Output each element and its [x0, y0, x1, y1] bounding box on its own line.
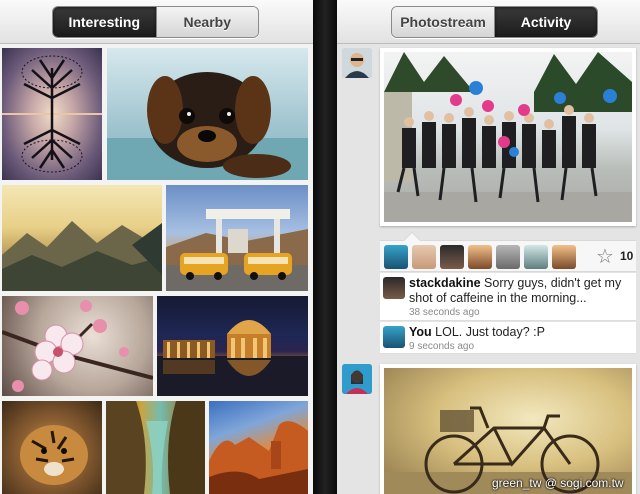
tab-nearby[interactable]: Nearby — [155, 7, 258, 37]
palace-icon — [157, 320, 308, 396]
photo-cave[interactable] — [106, 401, 205, 494]
cave-icon — [106, 401, 205, 494]
favorites-bar: ☆ 10 — [380, 231, 636, 272]
puppy-icon — [107, 72, 308, 180]
owner-avatar[interactable] — [342, 364, 372, 394]
fav-avatar[interactable] — [412, 245, 436, 269]
activity-screen: Photostream Activity ☆ 10 stackdakine So… — [337, 0, 640, 494]
comment-time: 38 seconds ago — [409, 307, 480, 318]
owner-avatar[interactable] — [342, 48, 372, 78]
star-icon[interactable]: ☆ — [596, 246, 614, 268]
explore-screen: Interesting Nearby — [0, 0, 313, 494]
person-icon — [342, 48, 372, 78]
fav-avatar[interactable] — [524, 245, 548, 269]
tiger-icon — [20, 425, 88, 485]
activity-segmented-control: Photostream Activity — [391, 6, 598, 38]
photo-puppy[interactable] — [107, 48, 308, 180]
watermark-text: green_tw @ sogi.com.tw — [492, 476, 624, 490]
tab-activity[interactable]: Activity — [494, 7, 597, 37]
comment-text: You LOL. Just today? :P — [409, 325, 631, 340]
comment-item: stackdakine Sorry guys, didn't get my sh… — [380, 273, 636, 321]
activity-photo-card — [380, 48, 636, 226]
fav-avatar[interactable] — [384, 245, 408, 269]
commenter-avatar[interactable] — [383, 277, 405, 299]
explore-segmented-control: Interesting Nearby — [52, 6, 259, 38]
fav-avatar[interactable] — [440, 245, 464, 269]
screen-divider — [313, 0, 337, 494]
photo-canyon[interactable] — [209, 401, 308, 494]
photo-mountain-landscape[interactable] — [2, 185, 162, 291]
activity-photo-card — [380, 364, 636, 494]
screenshot-stage: Interesting Nearby Photostream Activity … — [0, 0, 640, 494]
comment-author[interactable]: You — [409, 325, 432, 339]
comment-time: 9 seconds ago — [409, 341, 475, 352]
comment-item: You LOL. Just today? :P 9 seconds ago — [380, 322, 636, 354]
commenter-avatar[interactable] — [383, 326, 405, 348]
person-icon — [342, 364, 372, 394]
favorites-count: 10 — [620, 249, 634, 263]
navigation-bar: Interesting Nearby — [0, 0, 313, 44]
photo-tiger[interactable] — [2, 401, 102, 494]
navigation-bar: Photostream Activity — [337, 0, 640, 44]
photo-cherry-blossom[interactable] — [2, 296, 153, 396]
photo-group-jump[interactable] — [384, 52, 632, 222]
canyon-icon — [209, 421, 308, 494]
mountain-icon — [2, 221, 162, 291]
fav-avatar[interactable] — [496, 245, 520, 269]
photo-tree-reflection[interactable] — [2, 48, 102, 180]
comment-body: LOL. Just today? :P — [431, 325, 545, 339]
gas-station-icon — [166, 209, 308, 291]
fav-avatar[interactable] — [468, 245, 492, 269]
tab-photostream[interactable]: Photostream — [392, 7, 494, 37]
tree-reflection-icon — [2, 55, 102, 173]
comment-author[interactable]: stackdakine — [409, 276, 481, 290]
tab-interesting[interactable]: Interesting — [53, 7, 156, 37]
photo-palace-night[interactable] — [157, 296, 308, 396]
photo-gas-station[interactable] — [166, 185, 308, 291]
comment-text: stackdakine Sorry guys, didn't get my sh… — [409, 276, 631, 306]
fav-avatar[interactable] — [552, 245, 576, 269]
group-photo-icon — [384, 52, 632, 222]
blossom-icon — [2, 300, 153, 392]
